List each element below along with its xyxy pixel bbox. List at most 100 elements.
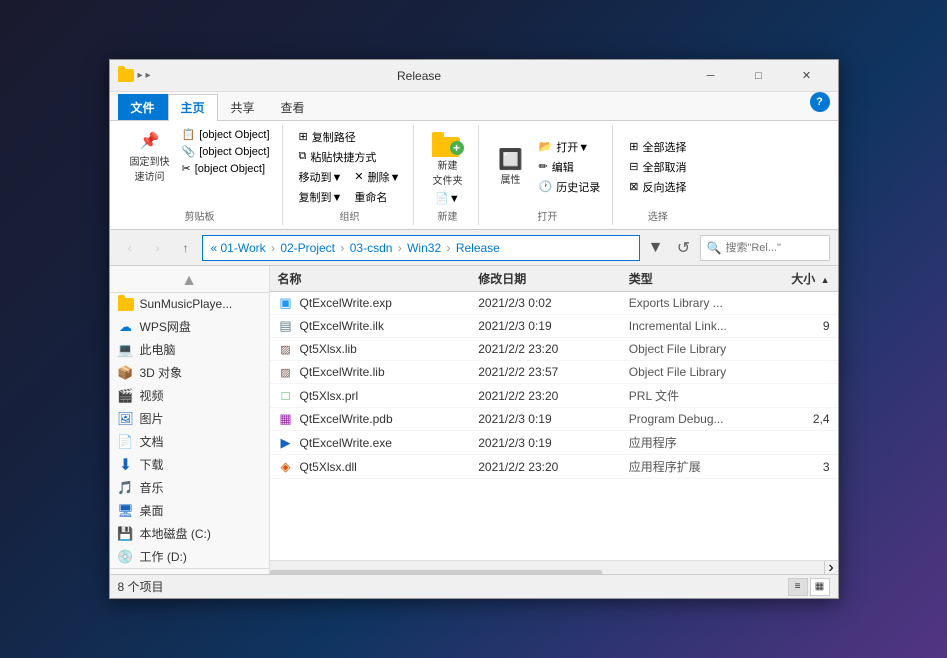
- copy-button[interactable]: 📋 [object Object]: [178, 127, 274, 142]
- tab-file[interactable]: 文件: [118, 94, 168, 120]
- file-type-cell: 应用程序: [629, 434, 780, 451]
- col-header-type[interactable]: 类型: [629, 270, 780, 287]
- file-date-cell: 2021/2/3 0:19: [478, 436, 629, 450]
- new-folder-button[interactable]: + 新建文件夹: [426, 127, 470, 189]
- back-button[interactable]: ‹: [118, 236, 142, 260]
- sidebar-item-sunmusicplayer[interactable]: SunMusicPlaye...: [110, 293, 269, 315]
- sidebar-item-downloads[interactable]: ⬇ 下载: [110, 453, 269, 476]
- sidebar-item-documents[interactable]: 📄 文档: [110, 430, 269, 453]
- folder-icon: [118, 296, 134, 312]
- search-input[interactable]: [725, 242, 867, 254]
- table-row[interactable]: ▶ QtExcelWrite.exe 2021/2/3 0:19 应用程序: [270, 431, 838, 455]
- tab-view[interactable]: 查看: [268, 94, 318, 120]
- new-item-button[interactable]: 📄▼: [431, 191, 464, 206]
- invert-button[interactable]: ⊠ 反向选择: [625, 178, 690, 196]
- bc-01work[interactable]: « 01-Work: [211, 241, 266, 255]
- bc-win32[interactable]: Win32: [407, 241, 441, 255]
- sidebar-item-pictures[interactable]: 🖼 图片: [110, 407, 269, 430]
- edit-button[interactable]: ✏ 编辑: [535, 158, 605, 176]
- sidebar-item-thispc[interactable]: 💻 此电脑: [110, 338, 269, 361]
- pin-button[interactable]: 📌 固定到快速访问: [126, 127, 174, 185]
- paste-button[interactable]: 📎 [object Object]: [178, 144, 274, 159]
- move-to-button[interactable]: 移动到▼: [295, 168, 347, 186]
- sidebar-item-music[interactable]: 🎵 音乐: [110, 476, 269, 499]
- bc-release[interactable]: Release: [456, 241, 500, 255]
- bc-02project[interactable]: 02-Project: [280, 241, 335, 255]
- table-row[interactable]: ▦ QtExcelWrite.pdb 2021/2/3 0:19 Program…: [270, 408, 838, 431]
- paste-label: [object Object]: [199, 146, 269, 158]
- sidebar-item-wps[interactable]: ☁ WPS网盘: [110, 315, 269, 338]
- up-button[interactable]: ↑: [174, 236, 198, 260]
- breadcrumb: « 01-Work › 02-Project › 03-csdn › Win32…: [211, 241, 500, 255]
- file-type-cell: Exports Library ...: [629, 296, 780, 310]
- list-view-button[interactable]: ≡: [788, 578, 808, 596]
- sidebar-item-label: WPS网盘: [140, 318, 191, 335]
- select-none-button[interactable]: ⊟ 全部取消: [625, 158, 690, 176]
- file-name-label: Qt5Xlsx.lib: [300, 342, 357, 356]
- col-header-name[interactable]: 名称: [270, 270, 479, 287]
- sidebar-item-local-disk-c[interactable]: 💾 本地磁盘 (C:): [110, 522, 269, 545]
- close-button[interactable]: ✕: [784, 60, 830, 92]
- file-date-cell: 2021/2/2 23:57: [478, 365, 629, 379]
- horizontal-scrollbar[interactable]: ›: [270, 560, 838, 574]
- rename-button[interactable]: 重命名: [350, 188, 391, 206]
- table-row[interactable]: □ Qt5Xlsx.prl 2021/2/2 23:20 PRL 文件: [270, 384, 838, 408]
- copy-path-button[interactable]: ⊞ 复制路径: [295, 128, 405, 146]
- help-button[interactable]: ?: [810, 92, 830, 112]
- table-row[interactable]: ▤ QtExcelWrite.ilk 2021/2/3 0:19 Increme…: [270, 315, 838, 338]
- col-header-size[interactable]: 大小 ▲: [779, 270, 837, 287]
- select-all-icon: ⊞: [629, 140, 638, 153]
- table-row[interactable]: ▨ Qt5Xlsx.lib 2021/2/2 23:20 Object File…: [270, 338, 838, 361]
- new-folder-area: + 新建文件夹 📄▼: [426, 127, 470, 206]
- minimize-button[interactable]: ─: [688, 60, 734, 92]
- lib-icon: ▨: [278, 341, 294, 357]
- new-item-icon: 📄▼: [435, 192, 460, 205]
- sidebar-scroll-up[interactable]: ▲: [110, 270, 269, 293]
- edit-label: 编辑: [552, 159, 574, 175]
- paste-shortcut-button[interactable]: ⧉ 粘贴快捷方式: [295, 148, 405, 166]
- sidebar-item-desktop[interactable]: 🖥 桌面: [110, 499, 269, 522]
- table-row[interactable]: ▣ QtExcelWrite.exp 2021/2/3 0:02 Exports…: [270, 292, 838, 315]
- sidebar-item-3dobjects[interactable]: 📦 3D 对象: [110, 361, 269, 384]
- detail-view-button[interactable]: ▦: [810, 578, 830, 596]
- file-name-label: Qt5Xlsx.dll: [300, 460, 357, 474]
- scroll-right-button[interactable]: ›: [824, 561, 838, 575]
- clipboard-buttons: 📌 固定到快速访问 📋 [object Object] 📎 [object Ob…: [126, 127, 274, 185]
- file-name-cell: ▣ QtExcelWrite.exp: [270, 295, 479, 311]
- title-bar: ▸▸ Release ─ □ ✕: [110, 60, 838, 92]
- new-folder-icon: +: [432, 129, 464, 157]
- ribbon: 文件 主页 共享 查看 ? 📌 固定到快速访问 📋 [obj: [110, 92, 838, 230]
- search-box[interactable]: 🔍: [700, 235, 830, 261]
- col-header-date[interactable]: 修改日期: [478, 270, 629, 287]
- music-icon: 🎵: [118, 480, 134, 496]
- tab-home[interactable]: 主页: [168, 94, 218, 121]
- maximize-button[interactable]: □: [736, 60, 782, 92]
- ribbon-group-select: ⊞ 全部选择 ⊟ 全部取消 ⊠ 反向选择 选择: [617, 125, 698, 225]
- history-button[interactable]: 🕐 历史记录: [535, 178, 605, 196]
- open-button[interactable]: 📂 打开▼: [535, 138, 605, 156]
- sidebar-item-work-d[interactable]: 💿 工作 (D:): [110, 545, 269, 568]
- table-row[interactable]: ▨ QtExcelWrite.lib 2021/2/2 23:57 Object…: [270, 361, 838, 384]
- sidebar-item-label: 本地磁盘 (C:): [140, 525, 211, 542]
- file-type-cell: Program Debug...: [629, 412, 780, 426]
- table-row[interactable]: ◈ Qt5Xlsx.dll 2021/2/2 23:20 应用程序扩展 3: [270, 455, 838, 479]
- properties-button[interactable]: 🔲 属性: [491, 145, 531, 188]
- copy-icon: 📋: [182, 128, 196, 141]
- bc-03csdn[interactable]: 03-csdn: [350, 241, 393, 255]
- select-all-button[interactable]: ⊞ 全部选择: [625, 138, 690, 156]
- cut-button[interactable]: ✂ [object Object]: [178, 161, 274, 176]
- copy-label: [object Object]: [199, 129, 269, 141]
- file-name-label: Qt5Xlsx.prl: [300, 389, 359, 403]
- exp-icon: ▣: [278, 295, 294, 311]
- edit-icon: ✏: [539, 160, 548, 173]
- refresh-button[interactable]: ↺: [672, 236, 696, 260]
- forward-button[interactable]: ›: [146, 236, 170, 260]
- sidebar-item-videos[interactable]: 🎬 视频: [110, 384, 269, 407]
- address-path[interactable]: « 01-Work › 02-Project › 03-csdn › Win32…: [202, 235, 640, 261]
- copy-to-button[interactable]: 复制到▼: [295, 188, 347, 206]
- delete-button[interactable]: ✕ 删除▼: [350, 168, 404, 186]
- dropdown-button[interactable]: ▼: [644, 236, 668, 260]
- select-all-label: 全部选择: [642, 139, 686, 155]
- file-name-cell: □ Qt5Xlsx.prl: [270, 388, 479, 404]
- tab-share[interactable]: 共享: [218, 94, 268, 120]
